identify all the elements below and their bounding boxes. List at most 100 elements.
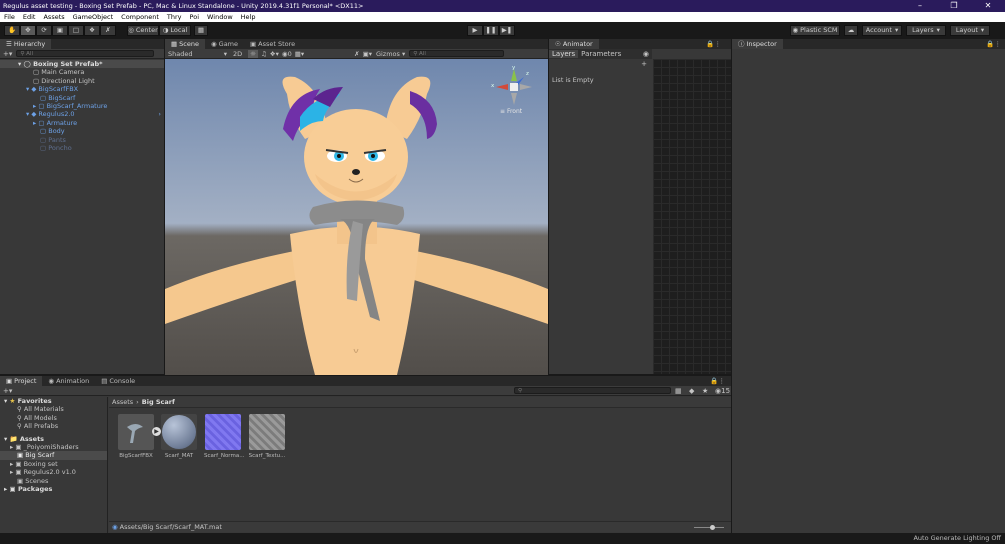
tab-layers[interactable]: Layers	[549, 50, 579, 58]
favorite-star-icon[interactable]: ★	[702, 387, 708, 395]
animator-graph-canvas[interactable]	[653, 59, 731, 374]
tab-console[interactable]: ▤ Console	[95, 376, 141, 386]
add-layer-icon[interactable]: +	[641, 60, 647, 68]
space-local-button[interactable]: ◑ Local	[159, 25, 191, 36]
hierarchy-item-poncho[interactable]: ▢ Poncho	[0, 144, 164, 152]
menu-help[interactable]: Help	[237, 12, 260, 22]
play-button[interactable]: ▶	[467, 25, 483, 36]
thumbnail-size-slider[interactable]	[694, 525, 724, 530]
asset-scarf-normal[interactable]: Scarf_Norma...	[204, 414, 244, 459]
filter-type-icon[interactable]: ▦	[675, 387, 682, 395]
hierarchy-item-bigscarf-armature[interactable]: ▸ ▢ BigScarf_Armature	[0, 102, 164, 110]
assets-folder-boxing-set[interactable]: ▸ ▣ Boxing set	[0, 460, 107, 468]
scale-tool-icon[interactable]: ▣	[52, 25, 68, 36]
hierarchy-item-bigscarf[interactable]: ▢ BigScarf	[0, 94, 164, 102]
chevron-right-icon[interactable]: ›	[158, 110, 161, 118]
filter-label-icon[interactable]: ◆	[689, 387, 694, 395]
asset-bigscarffbx[interactable]: ▶ BigScarfFBX	[117, 414, 161, 459]
lock-icon[interactable]: 🔒⋮	[706, 40, 721, 48]
rotate-tool-icon[interactable]: ⟳	[36, 25, 52, 36]
prefab-icon: ◆	[31, 85, 37, 94]
hierarchy-item-bigscarffbx[interactable]: ▾ ◆ BigScarfFBX	[0, 85, 164, 93]
grid-toggle-icon[interactable]: ▦▾	[295, 50, 304, 58]
mode-2d-toggle[interactable]: 2D	[233, 50, 242, 58]
lock-icon[interactable]: 🔒⋮	[986, 40, 1001, 48]
scene-viewport[interactable]: y x z ≡ Front	[165, 59, 548, 375]
rect-tool-icon[interactable]: □	[68, 25, 84, 36]
eye-icon[interactable]: ◉	[643, 50, 649, 58]
tab-scene[interactable]: ▦ Scene	[165, 39, 205, 49]
scarf-model-icon	[127, 424, 143, 443]
layout-dropdown[interactable]: Layout ▾	[950, 25, 990, 36]
menu-thry[interactable]: Thry	[163, 12, 186, 22]
favorites-item-all-materials[interactable]: ⚲ All Materials	[0, 405, 107, 413]
hand-tool-icon[interactable]: ✋	[4, 25, 20, 36]
menu-file[interactable]: File	[0, 12, 19, 22]
tab-hierarchy[interactable]: ☰ Hierarchy	[0, 39, 52, 49]
hidden-toggle-icon[interactable]: ◉15	[715, 387, 730, 395]
project-search-input[interactable]: ⚲	[514, 387, 671, 394]
camera-icon[interactable]: ▣▾	[363, 50, 372, 58]
minimize-icon[interactable]: –	[903, 0, 937, 12]
tab-animator[interactable]: ☉ Animator	[549, 39, 599, 49]
layers-dropdown[interactable]: Layers ▾	[906, 25, 946, 36]
menu-component[interactable]: Component	[117, 12, 163, 22]
asset-scarf-mat[interactable]: Scarf_MAT	[160, 414, 198, 459]
menu-poi[interactable]: Poi	[186, 12, 203, 22]
hierarchy-root[interactable]: ▾ ◯ Boxing Set Prefab*	[0, 60, 164, 69]
favorites-item-all-prefabs[interactable]: ⚲ All Prefabs	[0, 422, 107, 430]
hierarchy-search-input[interactable]: ⚲ All	[16, 50, 155, 57]
plastic-scm-button[interactable]: ◉ Plastic SCM	[790, 25, 840, 36]
breadcrumb-big-scarf[interactable]: Big Scarf	[142, 398, 175, 406]
favorites-item-all-models[interactable]: ⚲ All Models	[0, 414, 107, 422]
move-tool-icon[interactable]: ✥	[20, 25, 36, 36]
assets-folder-poiyomi[interactable]: ▸ ▣ _PoiyomiShaders	[0, 443, 107, 451]
hierarchy-item-directional-light[interactable]: ▢ Directional Light	[0, 77, 164, 85]
assets-folder-big-scarf[interactable]: ▣ Big Scarf	[0, 451, 107, 460]
cloud-icon[interactable]: ☁	[844, 25, 858, 36]
scene-search-input[interactable]: ⚲ All	[409, 50, 505, 57]
hierarchy-item-body[interactable]: ▢ Body	[0, 127, 164, 135]
tools-icon[interactable]: ✗	[354, 50, 359, 58]
tab-animation[interactable]: ◉ Animation	[42, 376, 95, 386]
lock-icon[interactable]: 🔒⋮	[710, 377, 725, 385]
favorites-header[interactable]: ▾ ★ Favorites	[0, 397, 107, 405]
hierarchy-item-pants[interactable]: ▢ Pants	[0, 136, 164, 144]
menu-assets[interactable]: Assets	[39, 12, 68, 22]
tab-asset-store[interactable]: ▣ Asset Store	[244, 39, 301, 49]
slider-handle[interactable]	[710, 525, 715, 530]
breadcrumb-assets[interactable]: Assets	[112, 398, 133, 406]
tab-parameters[interactable]: Parameters	[578, 50, 624, 58]
assets-header[interactable]: ▾ 📁 Assets	[0, 435, 107, 443]
menu-edit[interactable]: Edit	[19, 12, 40, 22]
audio-toggle-icon[interactable]: ♫	[261, 50, 267, 58]
effects-toggle-icon[interactable]: ❖▾	[270, 50, 279, 58]
close-icon[interactable]: ✕	[971, 0, 1005, 12]
asset-scarf-texture[interactable]: Scarf_Textu...	[248, 414, 286, 459]
pause-button[interactable]: ❚❚	[483, 25, 499, 36]
menu-gameobject[interactable]: GameObject	[69, 12, 118, 22]
create-icon[interactable]: +▾	[3, 387, 12, 395]
custom-tool-icon[interactable]: ✗	[100, 25, 116, 36]
menu-window[interactable]: Window	[203, 12, 237, 22]
hierarchy-item-regulus[interactable]: ▾ ◆ Regulus2.0 ›	[0, 110, 164, 118]
add-icon[interactable]: +▾	[3, 50, 12, 58]
packages-header[interactable]: ▸ ▣ Packages	[0, 485, 107, 493]
tab-game[interactable]: ◉ Game	[205, 39, 244, 49]
pivot-center-button[interactable]: ◎ Center	[127, 25, 159, 36]
shading-dropdown[interactable]: Shaded ▾	[165, 50, 227, 58]
orientation-gizmo[interactable]: y x z ≡ Front	[491, 65, 534, 119]
maximize-icon[interactable]: ❐	[937, 0, 971, 12]
tab-project[interactable]: ▣ Project	[0, 376, 43, 386]
assets-folder-scenes[interactable]: ▣ Scenes	[0, 477, 107, 485]
hierarchy-item-armature[interactable]: ▸ ▢ Armature	[0, 119, 164, 127]
assets-folder-regulus[interactable]: ▸ ▣ Regulus2.0 v1.0	[0, 468, 107, 476]
gizmos-dropdown[interactable]: Gizmos ▾	[376, 50, 405, 58]
snap-grid-icon[interactable]: ▦	[194, 25, 208, 36]
tab-inspector[interactable]: ⓘ Inspector	[732, 39, 783, 49]
transform-tool-icon[interactable]: ❖	[84, 25, 100, 36]
lighting-toggle-icon[interactable]: ☼	[248, 49, 258, 58]
step-button[interactable]: ▶❚	[499, 25, 515, 36]
account-dropdown[interactable]: Account ▾	[862, 25, 902, 36]
hierarchy-item-main-camera[interactable]: ▢ Main Camera	[0, 68, 164, 76]
